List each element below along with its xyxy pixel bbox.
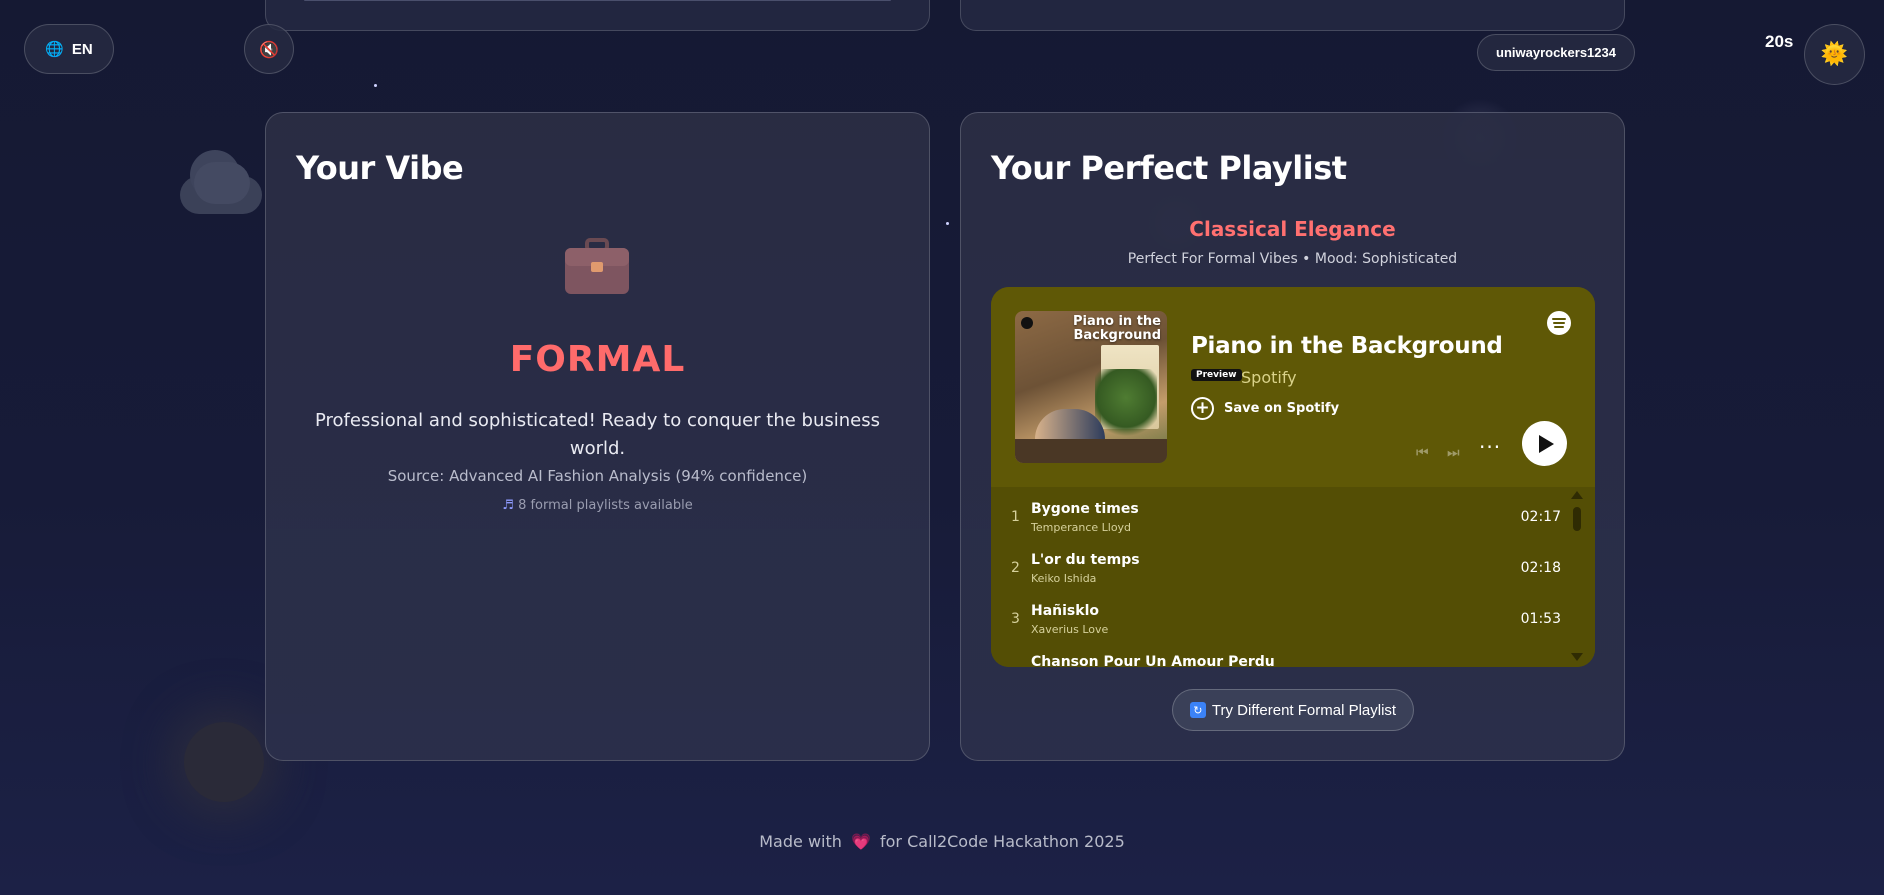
- cloud-decoration: [180, 148, 262, 214]
- track-number: 2: [1011, 560, 1020, 576]
- track-list[interactable]: 1 Bygone times Temperance Lloyd 02:17 2 …: [991, 487, 1595, 667]
- refresh-icon: ↻: [1189, 702, 1206, 718]
- analysis-source: Source: Advanced AI Fashion Analysis (94…: [387, 467, 808, 485]
- sun-decoration: [184, 722, 264, 802]
- plus-circle-icon: +: [1191, 397, 1214, 420]
- playlist-name: Classical Elegance: [1189, 217, 1396, 241]
- language-button[interactable]: 🌐 EN: [24, 24, 114, 74]
- scroll-up-arrow[interactable]: [1571, 491, 1583, 499]
- cover-title: Piano in the Background: [1073, 314, 1161, 343]
- vibe-card-title: Your Vibe: [296, 149, 464, 187]
- playlist-card: Your Perfect Playlist Classical Elegance…: [960, 112, 1625, 761]
- sun-icon: 🌞: [1820, 42, 1849, 67]
- playlist-count: ♬ 8 formal playlists available: [266, 498, 929, 513]
- track-artist: Xaverius Love: [1031, 623, 1109, 636]
- play-icon: [1539, 434, 1554, 453]
- spotify-embed[interactable]: Piano in the Background Piano in the Bac…: [991, 287, 1595, 667]
- previous-track-icon[interactable]: ⏮: [1416, 445, 1429, 461]
- track-row[interactable]: Chanson Pour Un Amour Perdu: [991, 646, 1571, 667]
- track-name: Hañisklo: [1031, 603, 1099, 619]
- playlist-subtitle: Perfect For Formal Vibes • Mood: Sophist…: [1127, 251, 1458, 267]
- track-duration: 02:17: [1520, 509, 1561, 525]
- vibe-name: FORMAL: [509, 339, 686, 380]
- playlist-cover[interactable]: Piano in the Background: [1015, 311, 1167, 463]
- track-name: L'or du temps: [1031, 552, 1140, 568]
- track-row[interactable]: 3 Hañisklo Xaverius Love 01:53: [991, 595, 1571, 645]
- embed-playlist-title[interactable]: Piano in the Background: [1191, 333, 1503, 359]
- track-row[interactable]: 1 Bygone times Temperance Lloyd 02:17: [991, 493, 1571, 543]
- spotify-logo-icon[interactable]: [1547, 311, 1571, 335]
- footer-prefix: Made with: [759, 832, 842, 851]
- footer: Made with 💗 for Call2Code Hackathon 2025: [0, 832, 1884, 851]
- star-decoration: [946, 222, 949, 225]
- globe-icon: 🌐: [45, 41, 64, 58]
- language-label: EN: [71, 40, 93, 58]
- vibe-card: Your Vibe FORMAL Professional and sophis…: [265, 112, 930, 761]
- next-track-icon[interactable]: ⏭: [1447, 445, 1460, 461]
- more-options-icon[interactable]: ···: [1479, 435, 1501, 459]
- track-number: 3: [1011, 611, 1020, 627]
- track-artist: Temperance Lloyd: [1031, 521, 1132, 534]
- username-label: uniwayrockers1234: [1496, 45, 1616, 60]
- theme-toggle-button[interactable]: 🌞: [1804, 24, 1865, 85]
- save-label: Save on Spotify: [1224, 401, 1340, 416]
- footer-suffix: for Call2Code Hackathon 2025: [880, 832, 1125, 851]
- embed-header: Piano in the Background Piano in the Bac…: [991, 287, 1595, 487]
- try-button-label: Try Different Formal Playlist: [1211, 701, 1397, 719]
- track-number: 1: [1011, 509, 1020, 525]
- briefcase-icon: [565, 238, 629, 294]
- playlist-card-title: Your Perfect Playlist: [991, 149, 1347, 187]
- save-on-spotify-button[interactable]: + Save on Spotify: [1191, 397, 1339, 420]
- timer: 20s: [1765, 32, 1794, 51]
- play-button[interactable]: [1522, 421, 1567, 466]
- mute-button[interactable]: 🔇: [244, 24, 294, 74]
- vibe-description: Professional and sophisticated! Ready to…: [314, 410, 881, 459]
- playlist-count-label: 8 formal playlists available: [518, 498, 693, 513]
- music-note-icon: ♬: [502, 498, 514, 513]
- try-different-playlist-button[interactable]: ↻ Try Different Formal Playlist: [1172, 689, 1414, 731]
- preview-badge: Preview: [1191, 369, 1242, 381]
- provider-label: Spotify: [1241, 368, 1297, 387]
- heart-icon: 💗: [850, 832, 871, 851]
- star-decoration: [374, 84, 377, 87]
- previous-card-top: [960, 0, 1625, 31]
- track-name: Bygone times: [1031, 501, 1139, 517]
- track-name: Chanson Pour Un Amour Perdu: [1031, 654, 1275, 667]
- previous-card-top: [265, 0, 930, 31]
- track-duration: 01:53: [1520, 611, 1561, 627]
- username-badge[interactable]: uniwayrockers1234: [1477, 34, 1635, 71]
- track-row[interactable]: 2 L'or du temps Keiko Ishida 02:18: [991, 544, 1571, 594]
- track-artist: Keiko Ishida: [1031, 572, 1097, 585]
- track-duration: 02:18: [1520, 560, 1561, 576]
- muted-speaker-icon: 🔇: [259, 39, 279, 59]
- scrollbar-thumb[interactable]: [1573, 507, 1581, 531]
- scroll-down-arrow[interactable]: [1571, 653, 1583, 661]
